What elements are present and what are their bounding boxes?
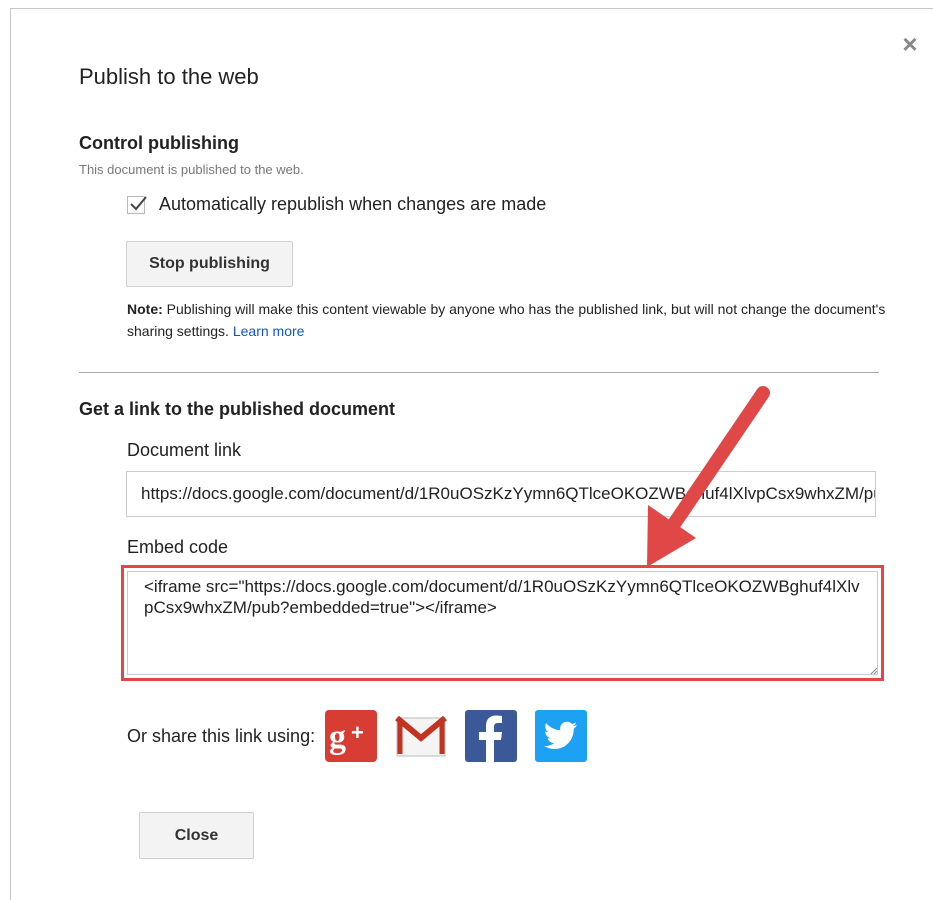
facebook-icon[interactable] (465, 710, 518, 762)
auto-republish-checkbox[interactable] (127, 195, 147, 214)
dialog-title: Publish to the web (79, 64, 259, 89)
google-plus-icon[interactable]: g + (325, 710, 378, 762)
embed-code-highlight: <iframe src="https://docs.google.com/doc… (121, 565, 884, 681)
svg-text:g: g (329, 719, 346, 756)
svg-text:+: + (351, 720, 364, 745)
learn-more-link[interactable]: Learn more (233, 323, 305, 339)
document-link-input[interactable]: https://docs.google.com/document/d/1R0uO… (126, 471, 876, 517)
twitter-icon[interactable] (535, 710, 588, 762)
share-label: Or share this link using: (127, 725, 316, 746)
control-publishing-heading: Control publishing (79, 133, 239, 153)
note-label: Note: (127, 301, 163, 317)
section-divider (79, 372, 879, 373)
close-icon[interactable]: × (898, 31, 922, 57)
embed-code-textarea[interactable]: <iframe src="https://docs.google.com/doc… (127, 571, 878, 675)
close-button[interactable]: Close (139, 812, 254, 859)
stop-publishing-button[interactable]: Stop publishing (126, 241, 293, 287)
get-link-heading: Get a link to the published document (79, 399, 396, 419)
auto-republish-label: Automatically republish when changes are… (159, 194, 547, 214)
share-row: Or share this link using: g + (127, 710, 605, 762)
resize-grip-icon[interactable] (868, 665, 878, 675)
publishing-note: Note: Publishing will make this content … (127, 298, 887, 342)
gmail-icon[interactable] (395, 710, 447, 762)
auto-republish-row[interactable]: Automatically republish when changes are… (127, 194, 546, 215)
checkmark-icon (130, 195, 147, 210)
embed-code-label: Embed code (127, 537, 229, 557)
publish-status-text: This document is published to the web. (79, 162, 304, 177)
document-link-label: Document link (127, 440, 242, 460)
